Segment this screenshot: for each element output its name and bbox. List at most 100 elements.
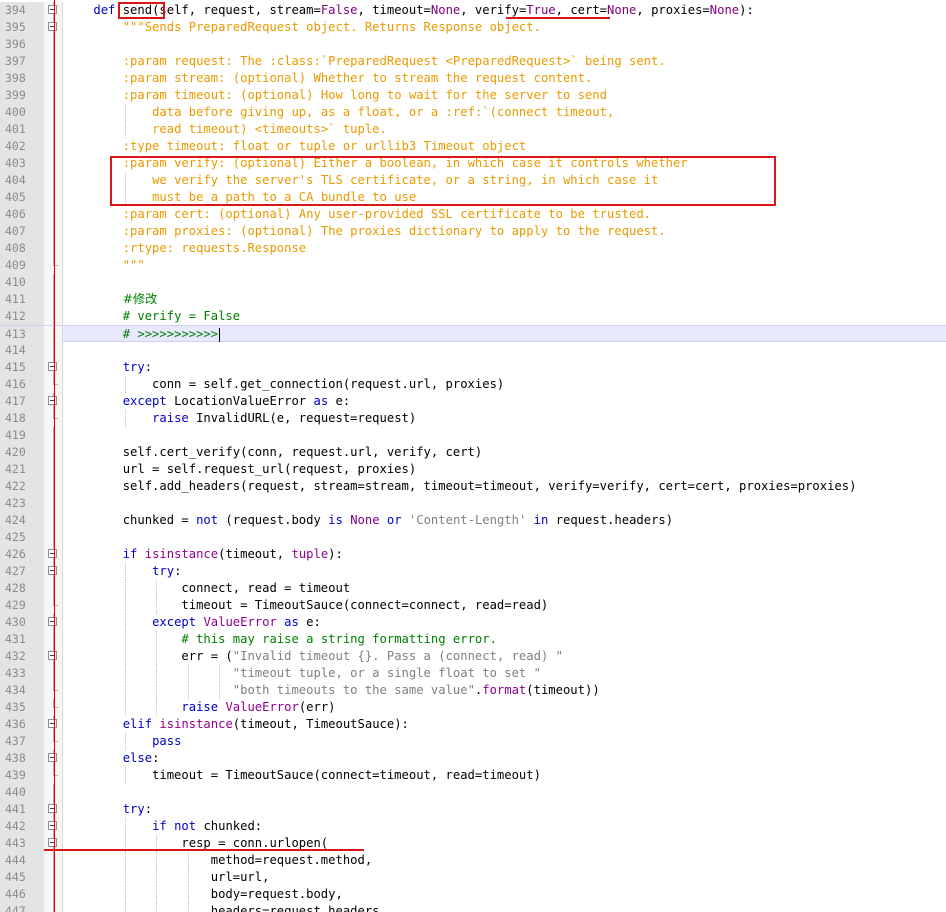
code-line[interactable]: 398 :param stream: (optional) Whether to… (0, 70, 946, 87)
line-number: 403 (0, 155, 44, 172)
line-number: 437 (0, 733, 44, 750)
code-line[interactable]: 406 :param cert: (optional) Any user-pro… (0, 206, 946, 223)
code-line[interactable]: 395 """Sends PreparedRequest object. Ret… (0, 19, 946, 36)
code-text: except LocationValueError as e: (64, 393, 350, 410)
line-number: 447 (0, 903, 44, 912)
code-line[interactable]: 447 headers=request.headers, (0, 903, 946, 912)
code-line[interactable]: 436 elif isinstance(timeout, TimeoutSauc… (0, 716, 946, 733)
code-line[interactable]: 409 """ (0, 257, 946, 274)
indent-guide (187, 869, 189, 886)
code-token: (request.body (218, 513, 329, 527)
code-line[interactable]: 444 method=request.method, (0, 852, 946, 869)
code-token: : (144, 360, 153, 374)
keyword-token: try (122, 360, 145, 374)
code-line[interactable]: 430 except ValueError as e: (0, 614, 946, 631)
code-text: if isinstance(timeout, tuple): (64, 546, 343, 563)
line-number: 426 (0, 546, 44, 563)
code-text: # >>>>>>>>>>> (64, 326, 221, 343)
code-line[interactable]: 424 chunked = not (request.body is None … (0, 512, 946, 529)
line-number: 399 (0, 87, 44, 104)
code-text: read timeout) <timeouts>` tuple. (64, 121, 387, 138)
code-text: :param timeout: (optional) How long to w… (64, 87, 607, 104)
code-text: :rtype: requests.Response (64, 240, 306, 257)
keyword-token: is (328, 513, 343, 527)
code-line[interactable]: 419 (0, 427, 946, 444)
line-number: 394 (0, 2, 44, 19)
builtin-token: format (482, 683, 527, 697)
code-line[interactable]: 428 connect, read = timeout (0, 580, 946, 597)
code-line[interactable]: 417 except LocationValueError as e: (0, 393, 946, 410)
indent-guide (187, 886, 189, 903)
code-line[interactable]: 439 timeout = TimeoutSauce(connect=timeo… (0, 767, 946, 784)
code-line[interactable]: 431 # this may raise a string formatting… (0, 631, 946, 648)
code-line[interactable]: 397 :param request: The :class:`Prepared… (0, 53, 946, 70)
code-line[interactable]: 418 raise InvalidURL(e, request=request) (0, 410, 946, 427)
code-line[interactable]: 440 (0, 784, 946, 801)
code-line[interactable]: 402 :type timeout: float or tuple or url… (0, 138, 946, 155)
code-line[interactable]: 438 else: (0, 750, 946, 767)
code-line[interactable]: 415 try: (0, 359, 946, 376)
code-line[interactable]: 445 url=url, (0, 869, 946, 886)
constant-token: True (526, 3, 556, 17)
code-line[interactable]: 400 data before giving up, as a float, o… (0, 104, 946, 121)
code-line[interactable]: 429 timeout = TimeoutSauce(connect=conne… (0, 597, 946, 614)
line-number: 432 (0, 648, 44, 665)
line-number: 420 (0, 444, 44, 461)
code-line[interactable]: 434 "both timeouts to the same value".fo… (0, 682, 946, 699)
code-token: url=url, (64, 870, 270, 884)
code-line[interactable]: 442 if not chunked: (0, 818, 946, 835)
indent-guide (124, 903, 126, 912)
code-editor[interactable]: 394 def send(self, request, stream=False… (0, 0, 946, 912)
docstring-token: :rtype: requests.Response (122, 241, 307, 255)
code-line[interactable]: 422 self.add_headers(request, stream=str… (0, 478, 946, 495)
line-number: 411 (0, 291, 44, 308)
code-line[interactable]: 426 if isinstance(timeout, tuple): (0, 546, 946, 563)
code-line[interactable]: 414 (0, 342, 946, 359)
code-line[interactable]: 425 (0, 529, 946, 546)
code-line[interactable]: 423 (0, 495, 946, 512)
code-line[interactable]: 401 read timeout) <timeouts>` tuple. (0, 121, 946, 138)
code-line[interactable]: 399 :param timeout: (optional) How long … (0, 87, 946, 104)
code-line[interactable]: 407 :param proxies: (optional) The proxi… (0, 223, 946, 240)
code-line[interactable]: 441 try: (0, 801, 946, 818)
indent-guide (124, 563, 126, 580)
code-line[interactable]: 420 self.cert_verify(conn, request.url, … (0, 444, 946, 461)
docstring-token: :param stream: (optional) Whether to str… (122, 71, 593, 85)
code-line[interactable]: 408 :rtype: requests.Response (0, 240, 946, 257)
code-token: ): (739, 3, 754, 17)
indent-guide (187, 682, 189, 699)
indent-guide (124, 648, 126, 665)
docstring-token: read timeout) <timeouts>` tuple. (152, 122, 387, 136)
string-token: "both timeouts to the same value" (232, 683, 475, 697)
line-number: 435 (0, 699, 44, 716)
code-line[interactable]: 411 #修改 (0, 291, 946, 308)
indent-guide (124, 665, 126, 682)
code-line[interactable]: 435 raise ValueError(err) (0, 699, 946, 716)
code-token: (timeout, TimeoutSauce): (232, 717, 409, 731)
keyword-token: if (152, 819, 167, 833)
keyword-token: elif (122, 717, 153, 731)
code-line[interactable]: 437 pass (0, 733, 946, 750)
code-line[interactable]: 410 (0, 274, 946, 291)
code-line[interactable]: 416 conn = self.get_connection(request.u… (0, 376, 946, 393)
code-line[interactable]: 413 # >>>>>>>>>>> (0, 325, 946, 343)
code-line[interactable]: 412 # verify = False (0, 308, 946, 325)
code-line[interactable]: 446 body=request.body, (0, 886, 946, 903)
line-number: 445 (0, 869, 44, 886)
code-line[interactable]: 421 url = self.request_url(request, prox… (0, 461, 946, 478)
code-line[interactable]: 432 err = ("Invalid timeout {}. Pass a (… (0, 648, 946, 665)
comment-token: # verify = False (122, 309, 241, 323)
code-line[interactable]: 427 try: (0, 563, 946, 580)
line-number: 412 (0, 308, 44, 325)
code-line[interactable]: 433 "timeout tuple, or a single float to… (0, 665, 946, 682)
code-line[interactable]: 396 (0, 36, 946, 53)
line-number: 417 (0, 393, 44, 410)
code-text: :param stream: (optional) Whether to str… (64, 70, 593, 87)
code-text: # verify = False (64, 308, 240, 325)
code-token: request.headers) (548, 513, 674, 527)
